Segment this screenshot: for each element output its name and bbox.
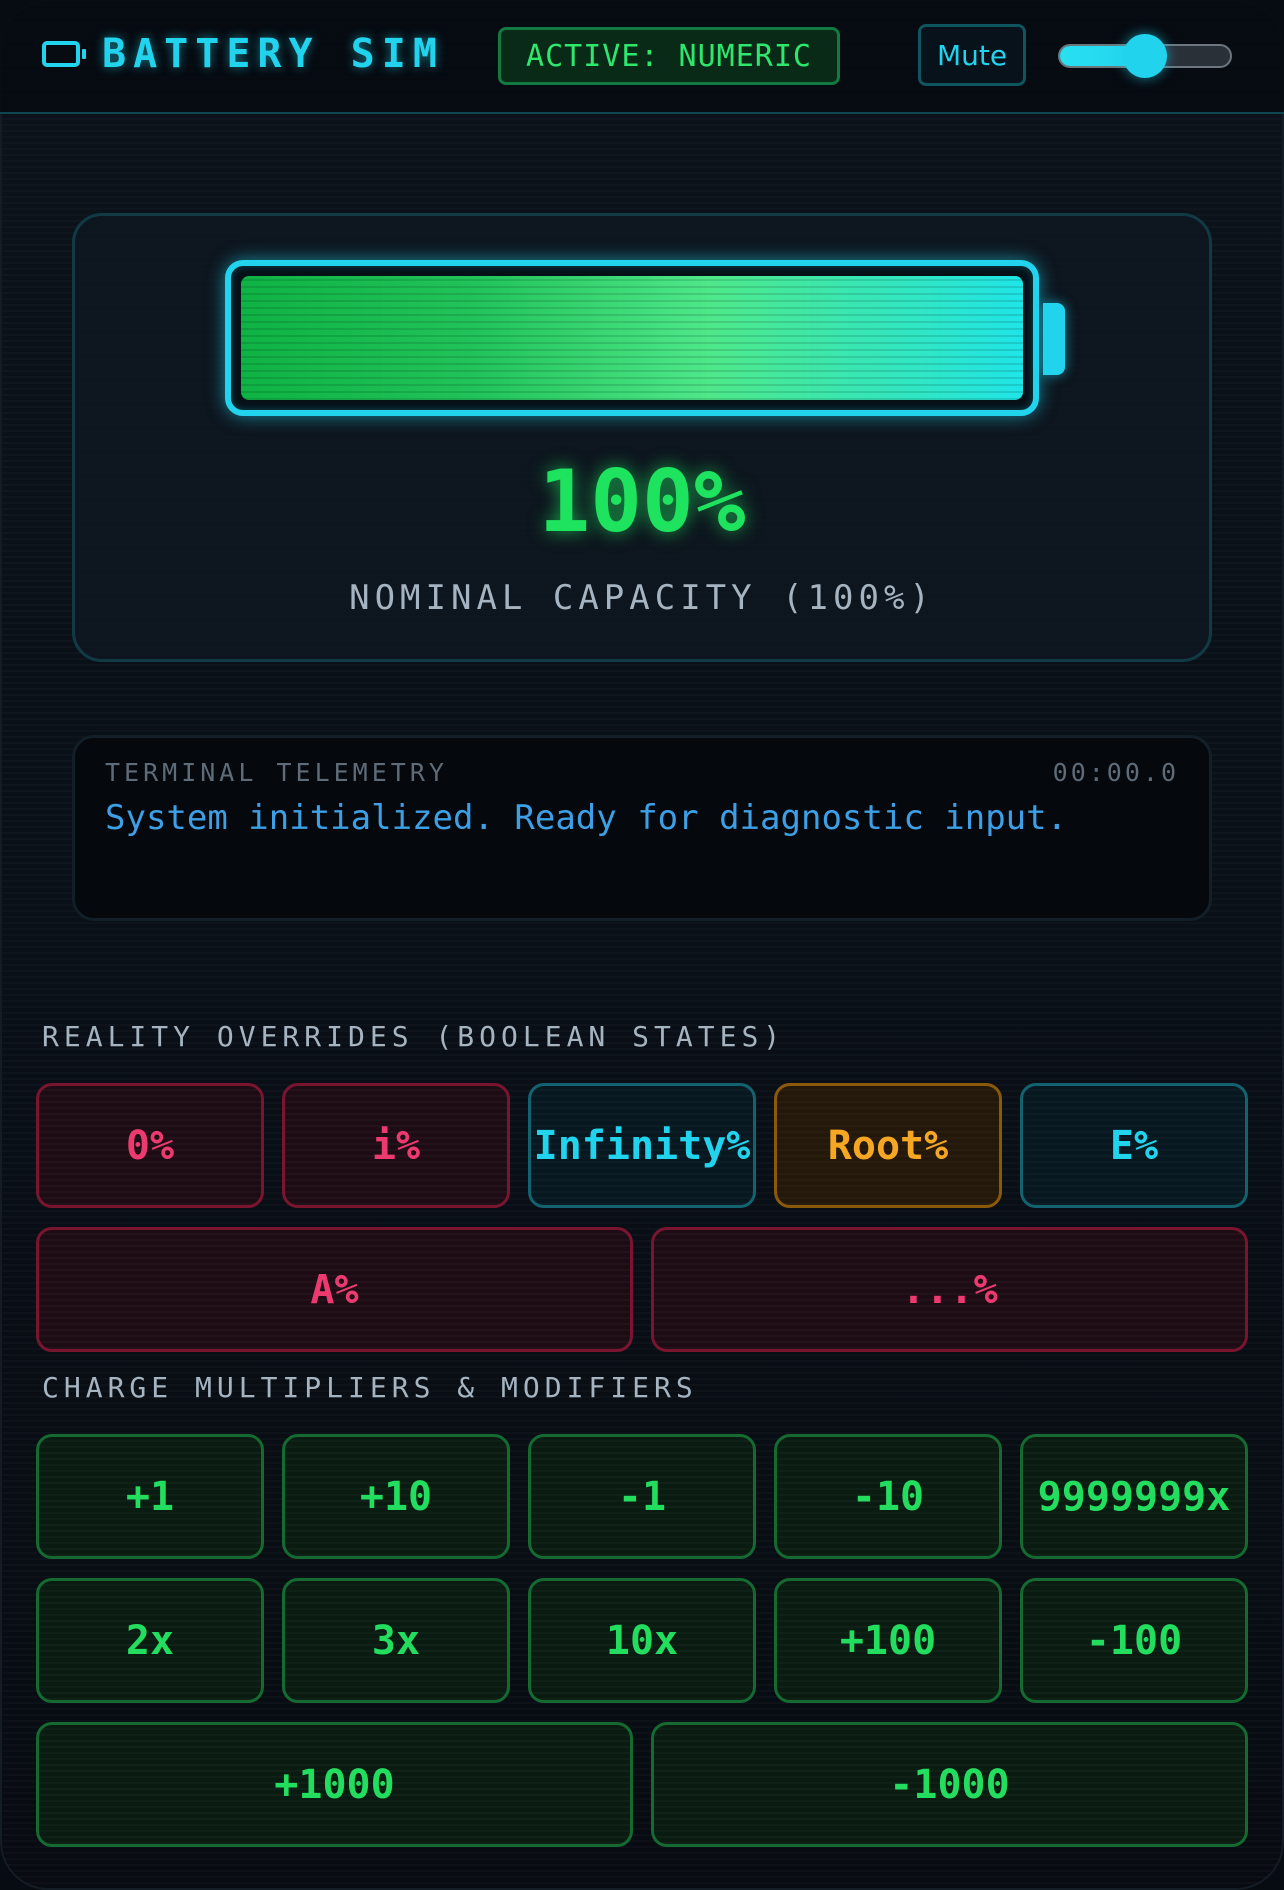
subtract-10-button[interactable]: -10 [774,1434,1002,1559]
modifiers-section-label: CHARGE MULTIPLIERS & MODIFIERS [42,1371,698,1404]
multiply-2-button[interactable]: 2x [36,1578,264,1703]
mute-button[interactable]: Mute [918,24,1026,86]
subtract-1-button[interactable]: -1 [528,1434,756,1559]
telemetry-timer: 00:00.0 [1052,758,1179,787]
override-imaginary-button[interactable]: i% [282,1083,510,1208]
multiply-3-button[interactable]: 3x [282,1578,510,1703]
telemetry-title: TERMINAL TELEMETRY [105,758,448,787]
battery-icon [42,41,86,67]
top-bar: BATTERY SIM ACTIVE: NUMERIC Mute [0,0,1284,114]
battery-percent-readout: 100% [538,452,746,552]
mode-status-badge: ACTIVE: NUMERIC [498,27,840,85]
battery-fill-area [241,276,1023,400]
multiply-10-button[interactable]: 10x [528,1578,756,1703]
volume-thumb[interactable] [1123,34,1167,78]
add-100-button[interactable]: +100 [774,1578,1002,1703]
overrides-section-label: REALITY OVERRIDES (BOOLEAN STATES) [42,1020,786,1053]
telemetry-console: TERMINAL TELEMETRY 00:00.0 System initia… [72,735,1212,921]
override-e-button[interactable]: E% [1020,1083,1248,1208]
telemetry-message: System initialized. Ready for diagnostic… [105,798,1068,838]
battery-display-panel: 100% NOMINAL CAPACITY (100%) [72,213,1212,662]
battery-gauge [225,260,1039,416]
override-infinity-button[interactable]: Infinity% [528,1083,756,1208]
battery-charge-fill [241,276,1023,400]
add-1-button[interactable]: +1 [36,1434,264,1559]
app-title: BATTERY SIM [102,31,444,77]
battery-status-text: NOMINAL CAPACITY (100%) [349,578,935,618]
app-frame: BATTERY SIM ACTIVE: NUMERIC Mute 100% NO… [0,0,1284,1890]
add-10-button[interactable]: +10 [282,1434,510,1559]
multiply-9999999-button[interactable]: 9999999x [1020,1434,1248,1559]
brand: BATTERY SIM [42,24,444,84]
battery-terminal [1043,303,1065,375]
volume-slider[interactable] [1058,34,1232,78]
subtract-100-button[interactable]: -100 [1020,1578,1248,1703]
override-root-button[interactable]: Root% [774,1083,1002,1208]
override-a-button[interactable]: A% [36,1227,633,1352]
subtract-1000-button[interactable]: -1000 [651,1722,1248,1847]
override-zero-button[interactable]: 0% [36,1083,264,1208]
add-1000-button[interactable]: +1000 [36,1722,633,1847]
override-ellipsis-button[interactable]: ...% [651,1227,1248,1352]
